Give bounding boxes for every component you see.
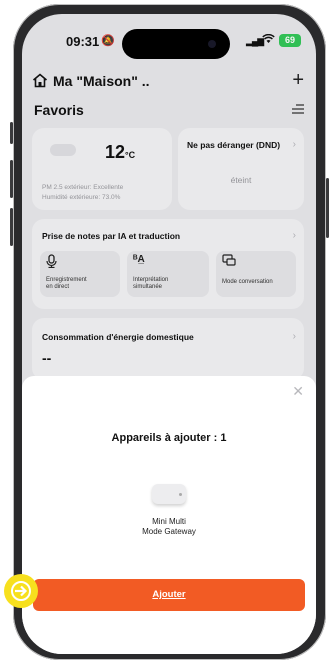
volume-down-button: [10, 208, 13, 246]
add-button[interactable]: Ajouter: [33, 579, 305, 611]
device-name[interactable]: Mini Multi Mode Gateway: [22, 517, 316, 537]
device-name-line1: Mini Multi: [152, 517, 186, 526]
device-name-line2: Mode Gateway: [142, 527, 196, 536]
power-button: [326, 178, 329, 238]
action-button: [10, 122, 13, 144]
gateway-device-icon: [152, 484, 186, 504]
app-screen: 09:31 🔕 ▂▄▆ 69 Ma "Maison" .. + Favoris …: [22, 14, 316, 654]
volume-up-button: [10, 160, 13, 198]
gateway-led: [179, 493, 182, 496]
close-icon[interactable]: ✕: [292, 383, 304, 400]
add-devices-sheet: ✕ Appareils à ajouter : 1 Mini Multi Mod…: [22, 376, 316, 654]
sheet-title: Appareils à ajouter : 1: [111, 432, 227, 444]
arrow-right-icon: [4, 574, 38, 608]
